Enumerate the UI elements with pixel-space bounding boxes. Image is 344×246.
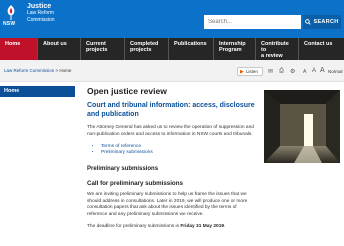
sidebar-item-label: Home: [4, 88, 20, 94]
nav-item-completed-projects[interactable]: Completed projects: [125, 38, 169, 60]
related-links: Terms of reference Preliminary submissio…: [101, 144, 257, 157]
main-nav: Home About us Current projects Completed…: [0, 38, 344, 60]
list-item: Preliminary submissions: [101, 150, 257, 157]
doorway-image: [264, 90, 340, 163]
call-paragraph: We are inviting preliminary submissions …: [87, 191, 248, 218]
nav-label-line2: a review: [261, 53, 283, 59]
nav-label-line2: projects: [86, 47, 108, 53]
nav-item-about-us[interactable]: About us: [38, 38, 81, 60]
intro-paragraph: The Attorney General has asked us to rev…: [87, 125, 254, 137]
nav-label: About us: [43, 41, 67, 47]
deadline-prefix: The deadline for preliminary submissions…: [87, 223, 181, 229]
site-subtitle-line1: Law Reform: [27, 10, 54, 16]
section-heading: Preliminary submissions: [87, 165, 159, 172]
page-title: Open justice review: [87, 86, 167, 96]
waratah-logo-icon[interactable]: [4, 4, 18, 21]
deadline-date: Friday 31 May 2019: [180, 223, 225, 229]
site-title-main: Justice: [27, 3, 52, 10]
call-heading: Call for preliminary submissions: [87, 179, 183, 187]
text-increase-icon[interactable]: A: [320, 67, 325, 74]
speaker-icon: ▶: [240, 68, 244, 75]
nav-item-contact-us[interactable]: Contact us: [299, 38, 344, 60]
print-icon[interactable]: ⎙: [279, 68, 284, 75]
site-header: NSW Justice Law Reform Commission SEARCH: [0, 0, 344, 38]
deadline-suffix: .: [224, 223, 226, 229]
nav-label: Publications: [174, 41, 207, 47]
feature-image: [264, 90, 340, 163]
text-decrease-icon[interactable]: A: [303, 69, 306, 75]
nav-item-contribute[interactable]: Contribute to a review: [256, 38, 299, 60]
listen-button[interactable]: ▶ Listen: [237, 67, 263, 76]
nav-item-home[interactable]: Home: [0, 38, 38, 60]
main-content: Open justice review Court and tribunal i…: [87, 86, 257, 236]
breadcrumb-current: Home: [59, 68, 72, 73]
logo-nsw: NSW: [3, 21, 16, 27]
site-title[interactable]: Justice Law Reform Commission: [27, 3, 55, 24]
nav-label-line2: Program: [219, 47, 242, 53]
breadcrumb-link-law-reform-commission[interactable]: Law Reform Commission: [4, 68, 54, 73]
text-size-label: Normal: [328, 69, 343, 74]
nav-item-publications[interactable]: Publications: [169, 38, 214, 60]
nav-label-line2: projects: [130, 47, 152, 53]
search-button[interactable]: SEARCH: [303, 15, 341, 29]
terms-of-reference-link[interactable]: Terms of reference: [101, 144, 141, 149]
share-icon[interactable]: ✉: [268, 68, 273, 75]
nav-label: Contact us: [304, 41, 333, 47]
nav-label: Contribute to: [261, 41, 289, 53]
preliminary-submissions-link[interactable]: Preliminary submissions: [101, 150, 153, 155]
deadline-paragraph: The deadline for preliminary submissions…: [87, 224, 257, 231]
search-icon: [305, 19, 312, 25]
settings-icon[interactable]: ⚙: [290, 68, 295, 75]
search-button-label: SEARCH: [313, 19, 339, 25]
breadcrumb-bar: Law Reform Commission > Home ▶ Listen ✉ …: [0, 60, 344, 82]
logo-text: NSW: [3, 21, 15, 27]
nav-item-internship-program[interactable]: Internship Program: [214, 38, 256, 60]
search-input[interactable]: [204, 15, 301, 29]
sidebar-item-home[interactable]: Home: [0, 86, 75, 97]
site-subtitle-line2: Commission: [27, 17, 55, 23]
nav-item-current-projects[interactable]: Current projects: [81, 38, 125, 60]
breadcrumb: Law Reform Commission > Home: [4, 68, 71, 73]
text-default-icon[interactable]: A: [312, 68, 316, 74]
nav-label: Home: [5, 41, 21, 47]
listen-label: Listen: [245, 69, 258, 74]
page-subtitle: Court and tribunal information: access, …: [87, 102, 255, 118]
